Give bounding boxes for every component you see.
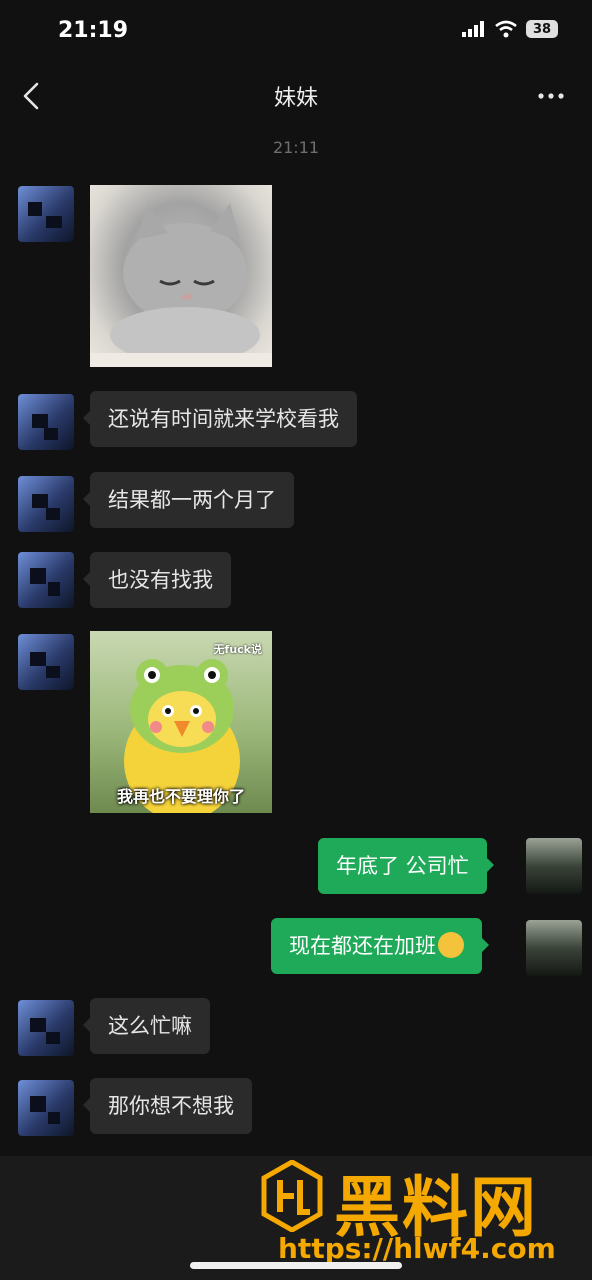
more-options-icon[interactable] xyxy=(536,84,566,108)
contact-avatar[interactable] xyxy=(18,1000,74,1056)
outgoing-message[interactable]: 现在都还在加班 xyxy=(271,918,489,974)
incoming-message[interactable]: 这么忙嘛 xyxy=(83,998,210,1054)
chat-title: 妹妹 xyxy=(273,86,318,111)
contact-avatar[interactable] xyxy=(18,476,74,532)
sticker-caption: 我再也不要理你了 xyxy=(116,787,245,806)
cellular-signal-icon xyxy=(462,21,484,37)
contact-avatar[interactable] xyxy=(18,634,74,690)
zany-face-emoji-icon xyxy=(438,932,464,958)
chat-header: 妹妹 xyxy=(0,66,592,126)
contact-avatar[interactable] xyxy=(18,394,74,450)
message-timestamp: 21:11 xyxy=(272,138,320,157)
wifi-icon xyxy=(495,20,517,38)
watermark-logo-icon xyxy=(261,1160,323,1232)
status-time: 21:19 xyxy=(58,18,129,43)
home-indicator xyxy=(190,1262,402,1269)
my-avatar[interactable] xyxy=(526,838,582,894)
contact-avatar[interactable] xyxy=(18,1080,74,1136)
sticker-tag-text: 无fuck说 xyxy=(213,643,262,656)
my-avatar[interactable] xyxy=(526,920,582,976)
watermark: 黑料网 https://hlwf4.com xyxy=(258,1160,588,1270)
incoming-message[interactable]: 还说有时间就来学校看我 xyxy=(83,391,357,447)
watermark-url: https://hlwf4.com xyxy=(278,1232,556,1265)
outgoing-message[interactable]: 年底了 公司忙 xyxy=(318,838,494,894)
cat-illustration xyxy=(90,203,272,367)
sticker-sleepy-cat[interactable] xyxy=(90,185,272,367)
status-icons: 38 xyxy=(462,20,558,38)
contact-avatar[interactable] xyxy=(18,186,74,242)
incoming-message[interactable]: 那你想不想我 xyxy=(83,1078,252,1134)
status-bar: 21:19 38 xyxy=(0,0,592,66)
contact-avatar[interactable] xyxy=(18,552,74,608)
incoming-message[interactable]: 也没有找我 xyxy=(83,552,231,608)
battery-icon: 38 xyxy=(526,20,558,38)
sticker-duck-frog-hat[interactable]: 无fuck说 我再也不要理你了 xyxy=(90,631,272,813)
outgoing-message-text: 现在都还在加班 xyxy=(289,934,436,958)
incoming-message[interactable]: 结果都一两个月了 xyxy=(83,472,294,528)
